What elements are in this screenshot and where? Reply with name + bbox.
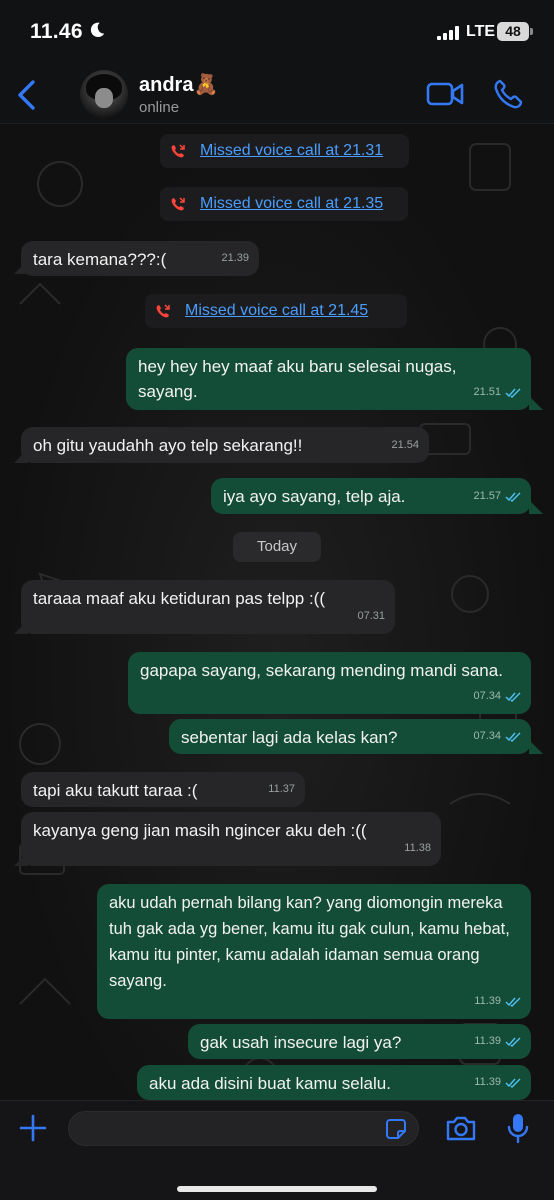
home-indicator	[177, 1186, 377, 1192]
chat-area[interactable]: Missed voice call at 21.31 Missed voice …	[0, 124, 554, 1100]
outgoing-message[interactable]: gak usah insecure lagi ya? 11.39	[188, 1024, 531, 1059]
message-time: 21.57	[473, 490, 501, 502]
incoming-message[interactable]: kayanya geng jian masih ngincer aku deh …	[21, 812, 441, 866]
composer-bar	[0, 1100, 554, 1200]
plus-icon[interactable]	[18, 1113, 48, 1143]
back-chevron-icon[interactable]	[14, 78, 40, 112]
message-text: taraaa maaf aku ketiduran pas telpp :((	[33, 589, 325, 608]
missed-call-label[interactable]: Missed voice call at 21.35	[200, 195, 383, 213]
contact-status: online	[139, 99, 180, 116]
missed-call-icon	[171, 144, 185, 158]
message-time: 11.39	[474, 1035, 501, 1047]
double-check-icon	[505, 997, 521, 1007]
message-text: gapapa sayang, sekarang mending mandi sa…	[140, 661, 503, 680]
sticker-icon[interactable]	[385, 1118, 407, 1140]
outgoing-message[interactable]: sebentar lagi ada kelas kan? 07.34	[169, 719, 531, 754]
double-check-icon	[505, 1037, 521, 1047]
status-time: 11.46	[30, 20, 83, 43]
missed-call-icon	[171, 197, 185, 211]
message-time: 11.39	[474, 995, 501, 1007]
incoming-message[interactable]: tapi aku takutt taraa :( 11.37	[21, 772, 305, 807]
message-time: 07.34	[473, 690, 501, 702]
microphone-icon[interactable]	[506, 1112, 530, 1144]
message-time: 11.38	[404, 842, 431, 854]
video-call-icon[interactable]	[426, 80, 464, 108]
message-input[interactable]	[68, 1111, 419, 1146]
moon-icon	[90, 22, 105, 38]
message-time: 21.51	[473, 386, 501, 398]
battery-level: 48	[497, 22, 529, 41]
message-time: 07.31	[357, 610, 385, 622]
missed-call-notice[interactable]: Missed voice call at 21.45	[145, 294, 407, 328]
double-check-icon	[505, 388, 521, 398]
phone-icon[interactable]	[493, 78, 523, 110]
date-divider: Today	[233, 532, 321, 562]
missed-call-notice[interactable]: Missed voice call at 21.31	[160, 134, 409, 168]
outgoing-message[interactable]: iya ayo sayang, telp aja. 21.57	[211, 478, 531, 514]
battery-tip	[530, 28, 533, 35]
incoming-message[interactable]: tara kemana???:( 21.39	[21, 241, 259, 276]
message-text: aku ada disini buat kamu selalu.	[149, 1074, 391, 1093]
signal-icon	[437, 26, 463, 40]
missed-call-label[interactable]: Missed voice call at 21.45	[185, 302, 368, 320]
message-text: kayanya geng jian masih ngincer aku deh …	[33, 821, 367, 840]
chat-header: andra🧸 online	[0, 64, 554, 124]
message-text: tara kemana???:(	[33, 250, 167, 269]
message-text: hey hey hey maaf aku baru selesai nugas,…	[138, 357, 457, 401]
message-text: gak usah insecure lagi ya?	[200, 1033, 402, 1052]
missed-call-icon	[156, 304, 170, 318]
double-check-icon	[505, 1078, 521, 1088]
message-text: tapi aku takutt taraa :(	[33, 781, 198, 800]
contact-avatar[interactable]	[80, 70, 128, 118]
incoming-message[interactable]: taraaa maaf aku ketiduran pas telpp :(( …	[21, 580, 395, 634]
camera-icon[interactable]	[445, 1114, 477, 1142]
double-check-icon	[505, 692, 521, 702]
contact-name[interactable]: andra🧸	[139, 72, 218, 97]
double-check-icon	[505, 492, 521, 502]
double-check-icon	[505, 732, 521, 742]
network-type: LTE	[466, 23, 496, 40]
outgoing-message[interactable]: hey hey hey maaf aku baru selesai nugas,…	[126, 348, 531, 410]
message-time: 11.39	[474, 1076, 501, 1088]
missed-call-notice[interactable]: Missed voice call at 21.35	[160, 187, 408, 221]
outgoing-message[interactable]: gapapa sayang, sekarang mending mandi sa…	[128, 652, 531, 714]
message-text: aku udah pernah bilang kan? yang diomong…	[109, 894, 510, 990]
message-time: 21.54	[391, 439, 419, 451]
incoming-message[interactable]: oh gitu yaudahh ayo telp sekarang!! 21.5…	[21, 427, 429, 463]
message-time: 11.37	[268, 783, 295, 795]
message-text: sebentar lagi ada kelas kan?	[181, 728, 398, 747]
outgoing-message[interactable]: aku ada disini buat kamu selalu. 11.39	[137, 1065, 531, 1100]
message-text: oh gitu yaudahh ayo telp sekarang!!	[33, 436, 303, 455]
message-time: 07.34	[473, 730, 501, 742]
outgoing-message[interactable]: aku udah pernah bilang kan? yang diomong…	[97, 884, 531, 1019]
missed-call-label[interactable]: Missed voice call at 21.31	[200, 142, 383, 160]
message-time: 21.39	[221, 252, 249, 264]
status-bar: 11.46 LTE 48	[0, 0, 554, 64]
